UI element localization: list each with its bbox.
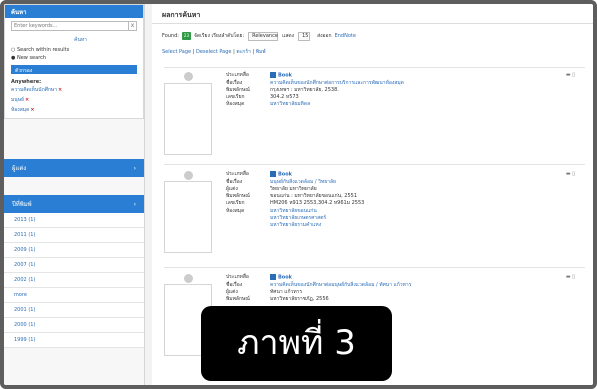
keyword-label: ห้องสมุด [11,107,30,113]
cover-thumbnail[interactable] [164,83,212,155]
format-label: Book [278,171,293,178]
year-item[interactable]: 2009 (1) [4,243,144,258]
page-title: ผลการค้นหา [152,4,593,24]
found-count-badge: 23 [181,32,191,40]
refine-header: ตัวกรอง [11,65,137,74]
field-label: พิมพลักษณ์ [226,296,250,303]
cover-thumbnail[interactable] [164,181,212,253]
field-value: มหาวิทยาลัยราชภัฏ, 2556 [270,296,329,303]
remove-icon[interactable]: × [58,87,62,93]
field-label: ประเภทสื่อ [226,171,249,177]
year-facet-header[interactable]: ปีที่พิมพ์ › [4,195,144,213]
per-page-label: แสดง [282,33,295,39]
keyword-item[interactable]: ห้องสมุด× [5,105,143,118]
search-panel-header: ค้นหา [5,5,143,18]
library-link[interactable]: มหาวิทยาลัยเกษตรศาสตร์ [270,215,326,222]
keyword-item[interactable]: มนุษย์× [5,95,143,105]
figure-caption: ภาพที่ 3 [201,306,392,381]
record-number-icon [184,72,193,81]
remove-icon[interactable]: × [30,107,34,113]
keyword-item[interactable]: ความคิดเห็นนักศึกษา× [5,85,143,95]
author-facet-label: ผู้แต่ง [12,165,27,172]
option-new-search-label: New search [16,55,47,61]
option-new-search[interactable]: ● New search [5,54,143,62]
field-value: กรุงเทพฯ : มหาวิทยาลัย, 2538. [270,86,339,93]
field-label: ประเภทสื่อ [226,72,249,78]
library-link[interactable]: มหาวิทยาลัยขอนแก่น [270,208,317,215]
search-button[interactable]: ค้นหา [5,36,137,44]
print-link[interactable]: พิมพ์ [256,49,266,55]
library-link[interactable]: มหาวิทยาลัยมหิดล [270,101,310,108]
keyword-label: มนุษย์ [11,97,24,103]
field-label [226,222,270,229]
search-input[interactable] [11,21,129,31]
clear-search-icon[interactable]: x [129,21,137,31]
format-book: Book [270,72,292,80]
found-label: Found: [162,33,179,39]
year-item[interactable]: 2013 (1) [4,213,144,228]
field-label: ชื่อเรื่อง [226,178,243,185]
field-label: ห้องสมุด [226,207,245,214]
screenshot-frame: ค้นหา x ค้นหา ○ Search within results ● … [0,0,597,389]
year-item[interactable]: 2002 (1) [4,273,144,288]
record-tools[interactable]: ▬ ▯ [566,72,575,78]
format-book: Book [270,171,292,179]
chevron-right-icon: › [133,164,136,172]
field-value: HM206 ห913 2553,304.2 ห961ม 2553 [270,200,365,207]
year-item[interactable]: 2007 (1) [4,258,144,273]
record-fields: ประเภทสื่อ Book ชื่อเรื่อง มนุษย์กับสิ่งแว… [226,171,364,229]
field-label: ชื่อเรื่อง [226,79,243,86]
export-label: ส่งออก [317,33,332,39]
record-fields: ประเภทสื่อ Book ชื่อเรื่อง ความคิดเห็นของน… [226,72,404,109]
chevron-down-icon: › [133,200,136,208]
year-item[interactable]: 2001 (1) [4,303,144,318]
results-toolbar: Select Page | Deselect Page | ตะกร้า | พ… [162,49,266,55]
format-book: Book [270,274,292,282]
result-record: ประเภทสื่อ Book ชื่อเรื่อง มนุษย์กับสิ่งแว… [164,164,585,262]
per-page-select[interactable]: 15 [298,31,311,41]
author-facet-header[interactable]: ผู้แต่ง › [4,159,144,177]
sidebar: ค้นหา x ค้นหา ○ Search within results ● … [4,4,145,385]
remove-icon[interactable]: × [25,97,29,103]
record-tools[interactable]: ▬ ▯ [566,171,575,177]
field-label [226,215,270,222]
field-label: ประเภทสื่อ [226,274,249,280]
record-tools[interactable]: ▬ ▯ [566,274,575,280]
record-title-link[interactable]: ความคิดเห็นของนักศึกษาต่อมนุษย์กับสิ่งแว… [270,282,411,289]
select-page-link[interactable]: Select Page [162,49,191,55]
library-link[interactable]: มหาวิทยาลัยรามคำแหง [270,222,321,229]
record-number-icon [184,274,193,283]
year-item[interactable]: 2011 (1) [4,228,144,243]
year-item[interactable]: 1999 (1) [4,333,144,348]
year-more-link[interactable]: more [4,288,144,303]
record-fields: ประเภทสื่อ Book ชื่อเรื่อง ความคิดเห็นของน… [226,274,411,303]
keyword-label: ความคิดเห็นนักศึกษา [11,87,58,93]
field-label: ห้องสมุด [226,101,245,108]
deselect-page-link[interactable]: Deselect Page [196,49,231,55]
year-list: 2013 (1) 2011 (1) 2009 (1) 2007 (1) 2002… [4,213,144,348]
format-label: Book [278,72,293,79]
keywords-title: Anywhere: [11,79,42,85]
sort-label: จัดเรียง เรียงลำดับโดย: [193,33,245,39]
year-item[interactable]: 2000 (1) [4,318,144,333]
field-value: ขอนแก่น : มหาวิทยาลัยขอนแก่น, 2551 [270,193,358,200]
year-facet-label: ปีที่พิมพ์ [12,201,32,208]
sort-select[interactable]: Relevance [248,31,279,41]
result-record: ประเภทสื่อ Book ชื่อเรื่อง ความคิดเห็นของน… [164,67,585,159]
format-label: Book [278,274,293,281]
record-title-link[interactable]: ความคิดเห็นของนักศึกษาต่อการบริการและการ… [270,80,404,87]
basket-link[interactable]: ตะกร้า [236,49,250,55]
option-search-within[interactable]: ○ Search within results [5,46,143,54]
book-icon [270,171,276,177]
book-icon [270,72,276,78]
option-search-within-label: Search within results [16,47,70,53]
book-icon [270,274,276,280]
export-endnote-link[interactable]: EndNote [335,33,356,39]
record-title-link[interactable]: มนุษย์กับสิ่งแวดล้อม / วิทยาลัย [270,179,336,186]
results-summary: Found: 23 จัดเรียง เรียงลำดับโดย: Releva… [152,24,593,42]
search-panel: ค้นหา x ค้นหา ○ Search within results ● … [4,4,144,119]
field-label: ชื่อเรื่อง [226,281,243,288]
record-number-icon [184,171,193,180]
field-label: เลขเรียก [226,200,245,207]
